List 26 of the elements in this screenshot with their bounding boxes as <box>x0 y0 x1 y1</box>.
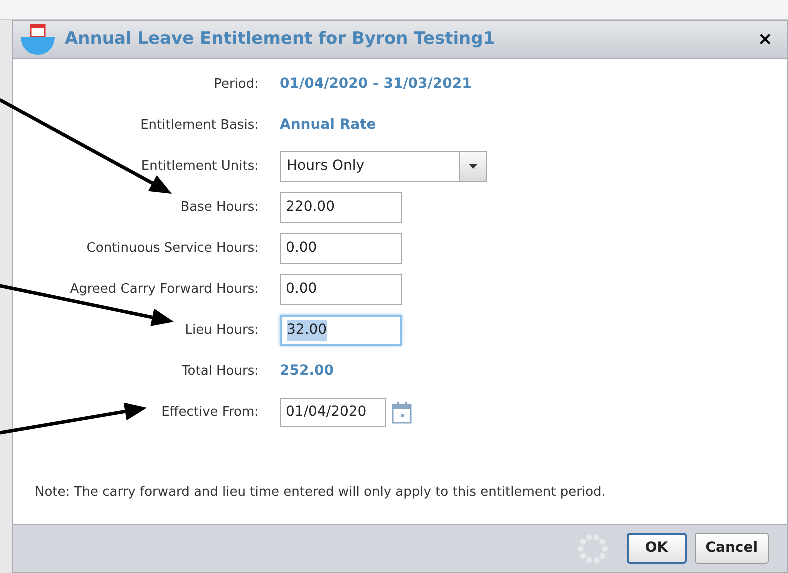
bowl-icon <box>19 22 57 56</box>
dialog-title: Annual Leave Entitlement for Byron Testing1 <box>65 28 496 51</box>
close-button[interactable]: × <box>758 30 773 48</box>
field-label: Lieu Hours: <box>185 322 259 340</box>
note-text: Note: The carry forward and lieu time entered will only apply to this entitlement period. <box>35 484 606 502</box>
dialog-button[interactable]: Cancel <box>694 533 769 564</box>
input-field[interactable]: 220.00 <box>280 192 402 223</box>
field-label: Entitlement Basis: <box>140 116 259 135</box>
field-label: Total Hours: <box>182 362 259 381</box>
units-dropdown[interactable]: Hours Only <box>280 151 487 182</box>
field-label: Entitlement Units: <box>141 158 259 176</box>
calendar-icon[interactable] <box>392 402 412 424</box>
date-field[interactable]: 01/04/2020 <box>280 398 386 427</box>
field-value: 01/04/2020 - 31/03/2021 <box>280 75 472 94</box>
input-field[interactable]: 32.00 <box>280 315 402 346</box>
field-value: 252.00 <box>280 362 334 381</box>
caret-icon <box>468 164 478 169</box>
field-label: Effective From: <box>162 404 259 422</box>
field-label: Period: <box>214 76 259 94</box>
field-label: Base Hours: <box>180 198 259 217</box>
field-label: Continuous Service Hours: <box>86 240 259 258</box>
input-field[interactable]: 0.00 <box>280 233 402 264</box>
field-value: Annual Rate <box>280 116 376 135</box>
field-label: Agreed Carry Forward Hours: <box>70 280 259 299</box>
dialog-button[interactable]: OK <box>626 533 687 564</box>
input-field[interactable]: 0.00 <box>280 274 402 305</box>
